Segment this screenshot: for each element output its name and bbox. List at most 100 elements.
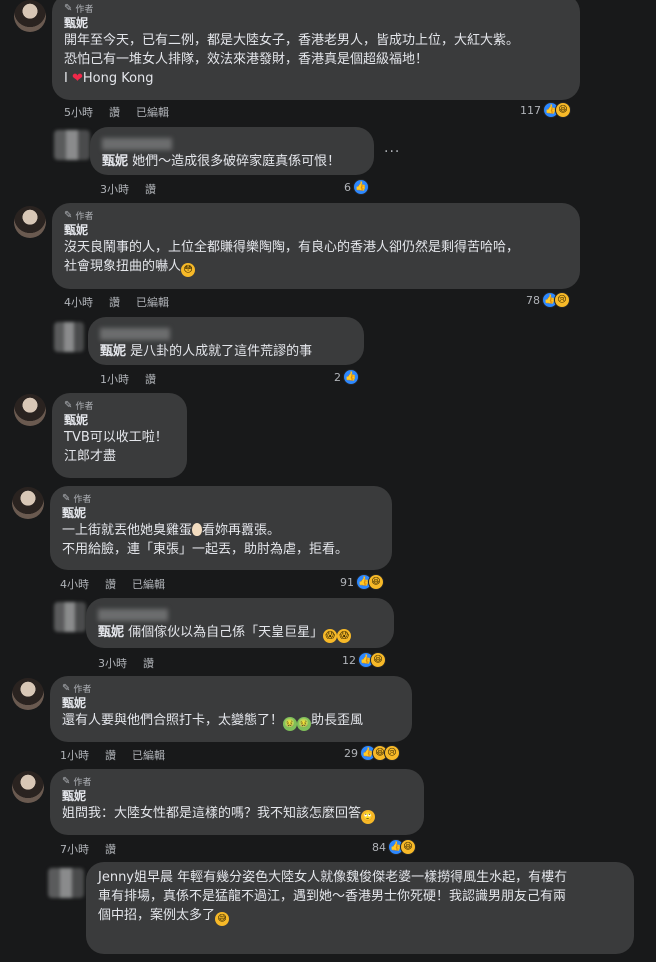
- haha-reaction-icon: 😆: [368, 574, 384, 590]
- like-link[interactable]: 讚: [109, 294, 120, 310]
- user-avatar[interactable]: [48, 868, 84, 898]
- reaction-count: 2: [334, 370, 341, 384]
- timestamp[interactable]: 5小時: [64, 104, 93, 120]
- reaction-summary[interactable]: 78 👍 😢: [526, 292, 570, 308]
- timestamp[interactable]: 7小時: [60, 841, 89, 857]
- comment-meta: 5小時 讚 已編輯: [64, 104, 169, 120]
- heart-icon: ❤: [71, 71, 83, 86]
- like-link[interactable]: 讚: [145, 371, 156, 387]
- mention-name[interactable]: 甄妮: [102, 154, 128, 169]
- comment-bubble: Jenny姐早晨 年輕有幾分姿色大陸女人就像魏俊傑老婆一樣撈得風生水起，有樓冇 …: [86, 862, 634, 954]
- pen-icon: ✎: [64, 400, 73, 411]
- comment-bubble: ✎ 作者 甄妮 姐問我：大陸女性都是這樣的嗎？我不知該怎麼回答🙄: [50, 769, 424, 835]
- author-badge: ✎ 作者: [62, 683, 92, 695]
- like-reaction-icon: 👍: [343, 369, 359, 385]
- user-avatar[interactable]: [54, 322, 84, 352]
- commenter-name[interactable]: 甄妮: [64, 15, 568, 31]
- reaction-count: 29: [344, 746, 358, 760]
- comment-meta: 3小時 讚: [100, 181, 156, 197]
- author-badge: ✎ 作者: [64, 210, 94, 222]
- comment-text: 姐問我：大陸女性都是這樣的嗎？我不知該怎麼回答🙄: [62, 806, 376, 824]
- author-avatar[interactable]: [14, 206, 46, 238]
- author-avatar[interactable]: [14, 0, 46, 32]
- comment-text: 甄妮 倆個傢伙以為自己係「天皇巨星」 😱 😱: [98, 623, 382, 643]
- commenter-name[interactable]: 甄妮: [62, 505, 380, 521]
- commenter-name[interactable]: 甄妮: [64, 412, 175, 428]
- reaction-count: 84: [372, 840, 386, 854]
- author-avatar[interactable]: [12, 487, 44, 519]
- timestamp[interactable]: 1小時: [60, 747, 89, 763]
- like-link[interactable]: 讚: [143, 655, 154, 671]
- sad-reaction-icon: 😢: [554, 292, 570, 308]
- reaction-summary[interactable]: 6 👍: [344, 179, 369, 195]
- comment-bubble: 甄妮 是八卦的人成就了這件荒謬的事: [88, 317, 364, 365]
- haha-reaction-icon: 😆: [370, 652, 386, 668]
- like-link[interactable]: 讚: [105, 576, 116, 592]
- reaction-summary[interactable]: 29 👍 😆 😢: [344, 745, 400, 761]
- nauseated-emoji-icon: 🤢: [283, 717, 298, 731]
- commenter-name[interactable]: 甄妮: [62, 788, 412, 804]
- comment-bubble: ✎ 作者 甄妮 還有人要與他們合照打卡，太變態了！🤢 🤢助長歪風: [50, 676, 412, 742]
- comment-bubble: ✎ 作者 甄妮 沒天良鬧事的人，上位全都賺得樂陶陶，有良心的香港人卻仍然是剩得苦哈…: [52, 203, 580, 289]
- like-link[interactable]: 讚: [105, 841, 116, 857]
- pen-icon: ✎: [62, 683, 71, 694]
- comment-text: 一上街就丟他她臭雞蛋 看妳再囂張。 不用給臉，連「東張」一起丟，助肘為虐，拒看。: [62, 523, 349, 557]
- blurred-username: [102, 133, 362, 152]
- reaction-summary[interactable]: 91 👍 😆: [340, 574, 384, 590]
- author-badge: ✎ 作者: [62, 776, 92, 788]
- more-options-icon[interactable]: ···: [384, 144, 400, 160]
- reaction-summary[interactable]: 12 👍 😆: [342, 652, 386, 668]
- mention-name[interactable]: 甄妮: [100, 344, 126, 359]
- edited-label[interactable]: 已編輯: [136, 294, 169, 310]
- edited-label[interactable]: 已編輯: [132, 747, 165, 763]
- comment-meta: 1小時 讚: [100, 371, 156, 387]
- reaction-count: 6: [344, 180, 351, 194]
- timestamp[interactable]: 3小時: [98, 655, 127, 671]
- reaction-count: 91: [340, 575, 354, 589]
- author-badge: ✎ 作者: [64, 400, 94, 412]
- scream-emoji-icon: 😱: [337, 629, 352, 643]
- nauseated-emoji-icon: 🤢: [297, 717, 312, 731]
- commenter-name[interactable]: 甄妮: [62, 695, 400, 711]
- pen-icon: ✎: [62, 493, 71, 504]
- reaction-count: 12: [342, 653, 356, 667]
- like-link[interactable]: 讚: [109, 104, 120, 120]
- author-avatar[interactable]: [12, 678, 44, 710]
- user-avatar[interactable]: [54, 130, 90, 160]
- user-avatar[interactable]: [54, 602, 86, 632]
- shocked-emoji-icon: 😳: [181, 263, 196, 277]
- like-link[interactable]: 讚: [105, 747, 116, 763]
- comment-text: 沒天良鬧事的人，上位全都賺得樂陶陶，有良心的香港人卻仍然是剩得苦哈哈， 社會現象…: [64, 240, 520, 277]
- reaction-summary[interactable]: 2 👍: [334, 369, 359, 385]
- pen-icon: ✎: [62, 776, 71, 787]
- reaction-summary[interactable]: 84 👍 😆: [372, 839, 416, 855]
- reaction-count: 117: [520, 103, 541, 117]
- comment-bubble: 甄妮 她們～造成很多破碎家庭真係可恨！: [90, 127, 374, 175]
- like-link[interactable]: 讚: [145, 181, 156, 197]
- mention-name[interactable]: 甄妮: [98, 625, 124, 640]
- comment-text: 甄妮 是八卦的人成就了這件荒謬的事: [100, 344, 313, 359]
- sweat-smile-emoji-icon: 😅: [215, 912, 230, 926]
- timestamp[interactable]: 3小時: [100, 181, 129, 197]
- haha-reaction-icon: 😆: [400, 839, 416, 855]
- comment-text: 開年至今天，已有二例，都是大陸女子，香港老男人，皆成功上位，大紅大紫。 恐怕己有…: [64, 33, 520, 86]
- comment-meta: 1小時 讚 已編輯: [60, 747, 165, 763]
- timestamp[interactable]: 4小時: [64, 294, 93, 310]
- comment-meta: 4小時 讚 已編輯: [60, 576, 165, 592]
- timestamp[interactable]: 4小時: [60, 576, 89, 592]
- author-avatar[interactable]: [14, 394, 46, 426]
- edited-label[interactable]: 已編輯: [136, 104, 169, 120]
- comment-text: TVB可以收工啦！ 江郎才盡: [64, 430, 168, 464]
- sad-reaction-icon: 😢: [384, 745, 400, 761]
- comment-text: 甄妮 她們～造成很多破碎家庭真係可恨！: [102, 154, 341, 169]
- edited-label[interactable]: 已編輯: [132, 576, 165, 592]
- timestamp[interactable]: 1小時: [100, 371, 129, 387]
- comment-meta: 3小時 讚: [98, 655, 154, 671]
- comment-text: Jenny姐早晨 年輕有幾分姿色大陸女人就像魏俊傑老婆一樣撈得風生水起，有樓冇 …: [98, 870, 568, 926]
- comment-bubble: 甄妮 倆個傢伙以為自己係「天皇巨星」 😱 😱: [86, 598, 394, 648]
- commenter-name[interactable]: 甄妮: [64, 222, 568, 238]
- reaction-summary[interactable]: 117 👍 😆: [520, 102, 571, 118]
- author-avatar[interactable]: [12, 771, 44, 803]
- comment-text: 還有人要與他們合照打卡，太變態了！🤢 🤢助長歪風: [62, 713, 364, 731]
- egg-icon: [192, 523, 203, 536]
